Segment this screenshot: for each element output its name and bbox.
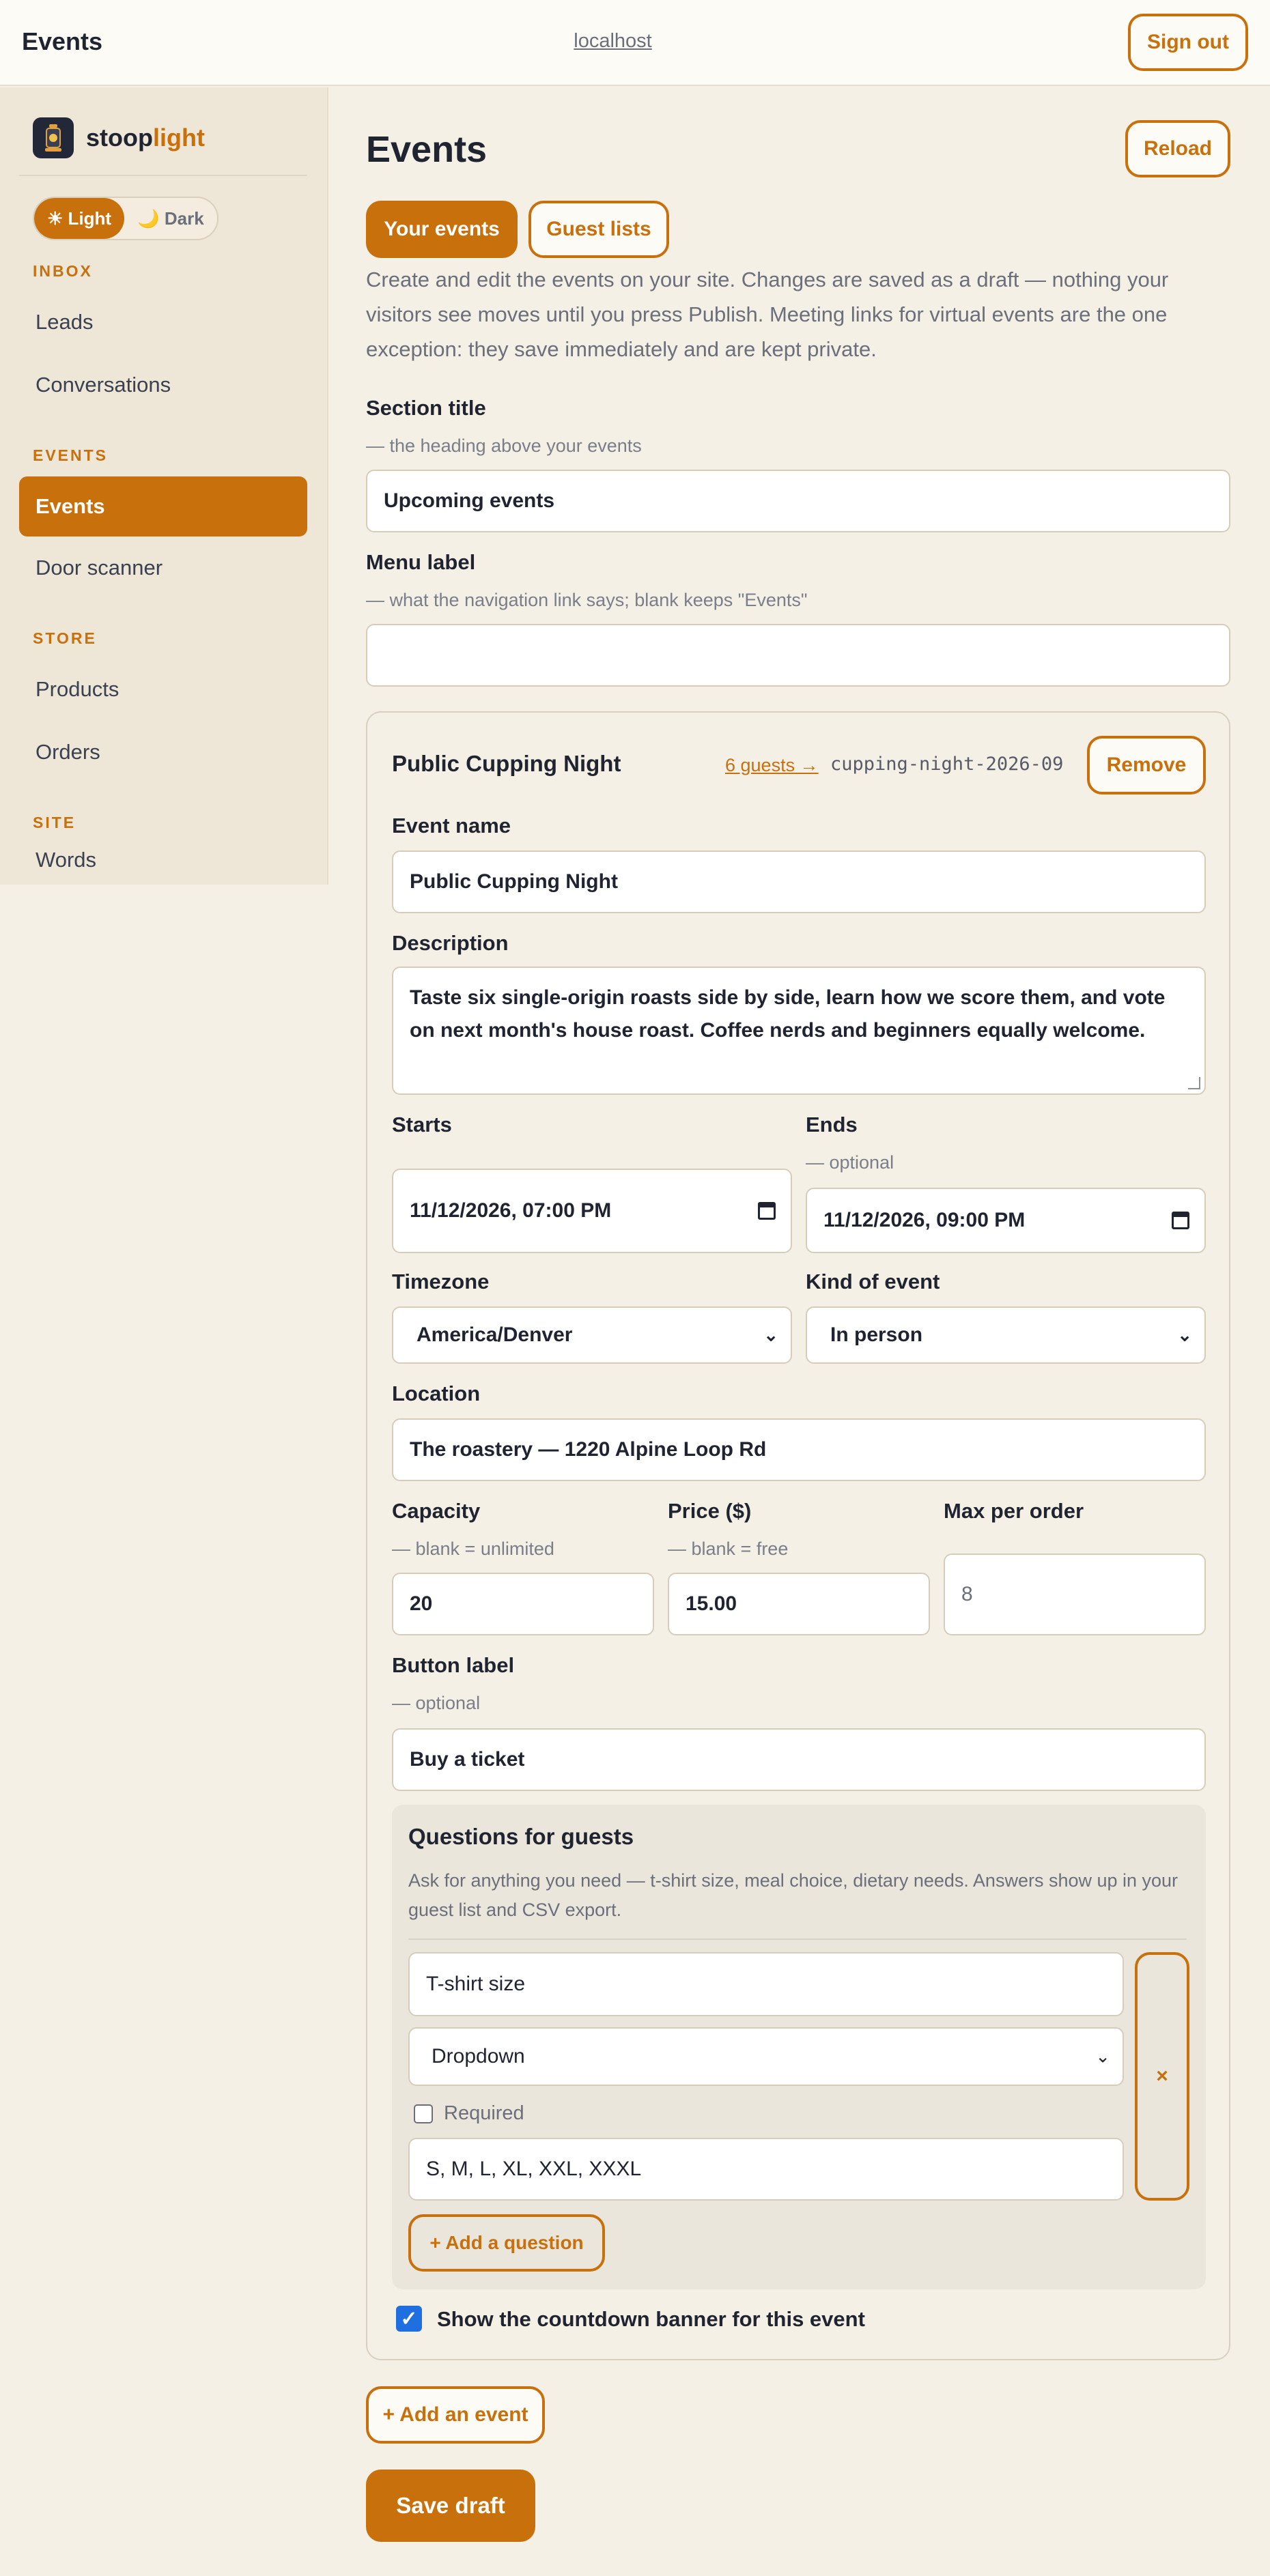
description-textarea[interactable]: Taste six single-origin roasts side by s… [392, 967, 1206, 1095]
sidebar-item-orders[interactable]: Orders [19, 722, 307, 782]
resize-handle-icon[interactable] [1188, 1077, 1200, 1089]
calendar-icon[interactable] [1172, 1212, 1189, 1229]
calendar-icon[interactable] [758, 1202, 776, 1220]
brand-name-part: stoop [86, 124, 153, 152]
ends-label: Ends [806, 1113, 858, 1136]
timezone-value: America/Denver [417, 1323, 573, 1346]
sidebar-item-products[interactable]: Products [19, 659, 307, 719]
brand-name-accent: light [152, 124, 205, 152]
question-type-value: Dropdown [432, 2045, 525, 2067]
sign-out-button[interactable]: Sign out [1128, 14, 1248, 71]
capacity-input[interactable]: 20 [392, 1573, 654, 1635]
sidebar: stooplight ☀ Light 🌙 Dark INBOX Leads Co… [0, 87, 328, 885]
location-label: Location [392, 1382, 481, 1405]
sidebar-section-store: STORE [33, 629, 97, 647]
menu-label-label: Menu label [366, 550, 476, 574]
button-label-label: Button label [392, 1653, 515, 1677]
sidebar-item-words[interactable]: Words [19, 841, 307, 885]
intro-text: Create and edit the events on your site.… [366, 268, 1169, 361]
location-input[interactable]: The roastery — 1220 Alpine Loop Rd [392, 1418, 1206, 1481]
button-label-hint: — optional [392, 1693, 481, 1713]
sidebar-item-events[interactable]: Events [19, 476, 307, 536]
question-options-input[interactable]: S, M, L, XL, XXL, XXXL [408, 2138, 1124, 2201]
max-per-order-label: Max per order [944, 1499, 1084, 1523]
chevron-down-icon: ⌄ [1177, 1324, 1192, 1345]
starts-value: 11/12/2026, 07:00 PM [410, 1199, 612, 1222]
required-label: Required [444, 2102, 524, 2124]
brand-name: stooplight [86, 124, 205, 152]
brand[interactable]: stooplight [33, 117, 205, 158]
sidebar-section-events: EVENTS [33, 446, 109, 464]
remove-event-button[interactable]: Remove [1087, 736, 1206, 795]
kind-select[interactable]: In person ⌄ [806, 1306, 1206, 1364]
timezone-label: Timezone [392, 1270, 490, 1293]
theme-toggle[interactable]: ☀ Light 🌙 Dark [33, 197, 218, 240]
ends-value: 11/12/2026, 09:00 PM [823, 1209, 1026, 1231]
reload-button[interactable]: Reload [1125, 120, 1230, 177]
max-per-order-input[interactable]: 8 [944, 1554, 1206, 1635]
countdown-label: Show the countdown banner for this event [437, 2307, 865, 2331]
host-link[interactable]: localhost [0, 30, 1226, 53]
menu-label-input[interactable] [366, 624, 1230, 687]
timezone-select[interactable]: America/Denver ⌄ [392, 1306, 792, 1364]
page-title: Events [366, 129, 488, 170]
menu-label-hint: — what the navigation link says; blank k… [366, 590, 808, 610]
add-event-button[interactable]: + Add an event [366, 2386, 545, 2444]
sidebar-section-inbox: INBOX [33, 262, 93, 280]
section-title-input[interactable]: Upcoming events [366, 470, 1230, 532]
sidebar-divider [19, 175, 307, 176]
event-name-input[interactable]: Public Cupping Night [392, 850, 1206, 913]
sidebar-section-site: SITE [33, 814, 76, 831]
starts-datetime-input[interactable]: 11/12/2026, 07:00 PM [392, 1169, 792, 1253]
kind-label: Kind of event [806, 1270, 940, 1293]
light-theme-option[interactable]: ☀ Light [34, 198, 124, 239]
starts-label: Starts [392, 1113, 452, 1136]
tab-your-events[interactable]: Your events [366, 201, 518, 258]
countdown-checkbox[interactable]: ✓ [396, 2306, 422, 2332]
section-title-label: Section title [366, 396, 486, 420]
questions-title: Questions for guests [408, 1824, 634, 1849]
tab-guest-lists[interactable]: Guest lists [528, 201, 669, 258]
description-label: Description [392, 931, 509, 955]
lantern-logo-icon [33, 117, 74, 158]
chevron-down-icon: ⌄ [1095, 2046, 1110, 2067]
ends-hint: — optional [806, 1152, 894, 1173]
questions-divider [408, 1938, 1187, 1940]
questions-description: Ask for anything you need — t-shirt size… [408, 1870, 1179, 1920]
event-card-title: Public Cupping Night [392, 751, 621, 776]
event-slug: cupping-night-2026-09 [830, 754, 1064, 775]
question-type-select[interactable]: Dropdown ⌄ [408, 2027, 1124, 2086]
save-draft-button[interactable]: Save draft [366, 2470, 535, 2542]
question-text-input[interactable]: T-shirt size [408, 1952, 1124, 2016]
ends-datetime-input[interactable]: 11/12/2026, 09:00 PM [806, 1188, 1206, 1253]
price-input[interactable]: 15.00 [668, 1573, 930, 1635]
remove-question-button[interactable]: × [1135, 1952, 1189, 2201]
dark-theme-option[interactable]: 🌙 Dark [124, 198, 217, 239]
sidebar-item-conversations[interactable]: Conversations [19, 355, 307, 415]
required-checkbox[interactable] [414, 2104, 433, 2123]
capacity-label: Capacity [392, 1499, 481, 1523]
section-title-hint: — the heading above your events [366, 435, 642, 456]
sidebar-item-leads[interactable]: Leads [19, 292, 307, 352]
add-question-button[interactable]: + Add a question [408, 2214, 605, 2272]
capacity-hint: — blank = unlimited [392, 1539, 554, 1559]
kind-value: In person [830, 1323, 923, 1346]
price-label: Price ($) [668, 1499, 752, 1523]
chevron-down-icon: ⌄ [763, 1324, 778, 1345]
description-text: Taste six single-origin roasts side by s… [410, 986, 1166, 1042]
button-label-input[interactable]: Buy a ticket [392, 1728, 1206, 1791]
checkmark-icon: ✓ [400, 2307, 418, 2330]
guests-link[interactable]: 6 guests → [725, 755, 819, 776]
price-hint: — blank = free [668, 1539, 789, 1559]
event-name-label: Event name [392, 814, 511, 838]
sidebar-item-door-scanner[interactable]: Door scanner [19, 538, 307, 598]
top-bar: Events localhost Sign out [0, 0, 1270, 86]
